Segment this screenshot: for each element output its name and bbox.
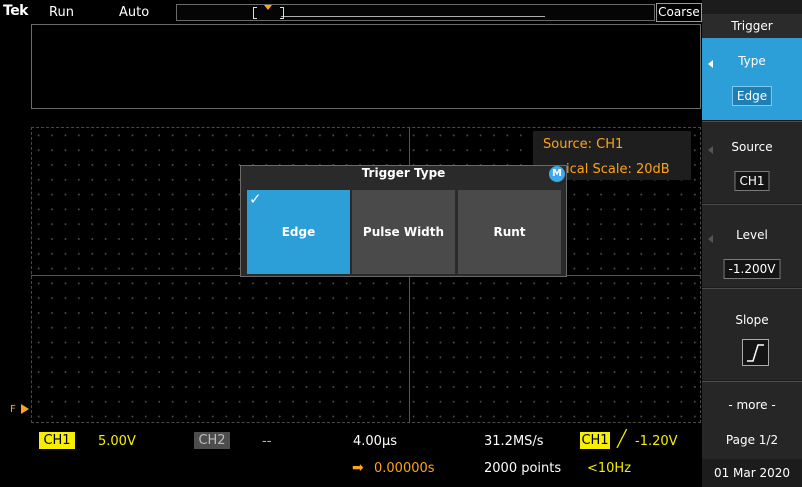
reference-marker-label: F — [10, 404, 16, 415]
more-label: - more - — [728, 398, 776, 412]
side-menu-title: Trigger — [702, 14, 802, 38]
page-indicator: Page 1/2 — [725, 433, 779, 447]
horizontal-scale[interactable]: 4.00µs — [353, 434, 397, 449]
source-value: CH1 — [734, 171, 770, 191]
level-value: -1.200V — [723, 259, 781, 279]
selected-check-icon: ✓ — [249, 190, 262, 208]
option-pulse-width[interactable]: Pulse Width — [352, 190, 455, 274]
readout-source: Source: CH1 — [543, 137, 624, 152]
option-edge[interactable]: Edge — [247, 190, 350, 274]
trigger-source-badge[interactable]: CH1 — [580, 432, 610, 449]
trigger-level[interactable]: -1.20V — [635, 434, 678, 449]
trigger-frequency: <10Hz — [587, 461, 632, 476]
sample-rate[interactable]: 31.2MS/s — [484, 434, 544, 449]
trigger-slope-icon: ╱ — [617, 429, 627, 448]
tek-logo: Tek — [3, 3, 29, 19]
level-label: Level — [736, 228, 768, 242]
overview-window[interactable] — [31, 24, 701, 109]
horizontal-position[interactable]: 0.00000s — [374, 461, 435, 476]
side-button-type[interactable]: Type Edge — [702, 38, 802, 120]
record-waveform-line — [281, 16, 545, 17]
dialog-title: Trigger Type — [361, 166, 446, 180]
run-state-indicator[interactable]: Run — [49, 5, 74, 20]
horizontal-position-arrow-icon: ➡ — [352, 460, 364, 476]
source-label: Source — [731, 140, 773, 154]
ch2-scale[interactable]: -- — [262, 434, 271, 449]
option-runt[interactable]: Runt — [458, 190, 561, 274]
readout-vertical-scale: ical Scale: 20dB — [566, 162, 670, 177]
side-button-more[interactable]: - more - Page 1/2 — [702, 381, 802, 459]
trigger-mode-indicator[interactable]: Auto — [119, 5, 149, 20]
rising-slope-icon — [742, 339, 769, 366]
ch2-badge[interactable]: CH2 — [194, 432, 230, 449]
coarse-button[interactable]: Coarse — [656, 3, 702, 22]
ch1-scale[interactable]: 5.00V — [98, 434, 136, 449]
view-bracket-left — [253, 7, 257, 19]
slope-label: Slope — [735, 313, 769, 327]
side-button-level[interactable]: Level -1.200V — [702, 204, 802, 287]
record-view-bar[interactable] — [176, 4, 655, 21]
reference-marker-arrow-icon[interactable] — [21, 404, 29, 414]
record-length[interactable]: 2000 points — [484, 461, 561, 476]
type-label: Type — [738, 54, 766, 68]
ch1-badge[interactable]: CH1 — [39, 432, 75, 449]
type-value: Edge — [731, 86, 773, 106]
side-button-slope[interactable]: Slope — [702, 288, 802, 380]
view-bracket-right — [280, 7, 284, 19]
date-display: 01 Mar 2020 — [713, 466, 791, 480]
trigger-position-icon — [264, 5, 272, 10]
menu-badge-icon[interactable]: M — [549, 166, 565, 182]
side-button-source[interactable]: Source CH1 — [702, 121, 802, 203]
